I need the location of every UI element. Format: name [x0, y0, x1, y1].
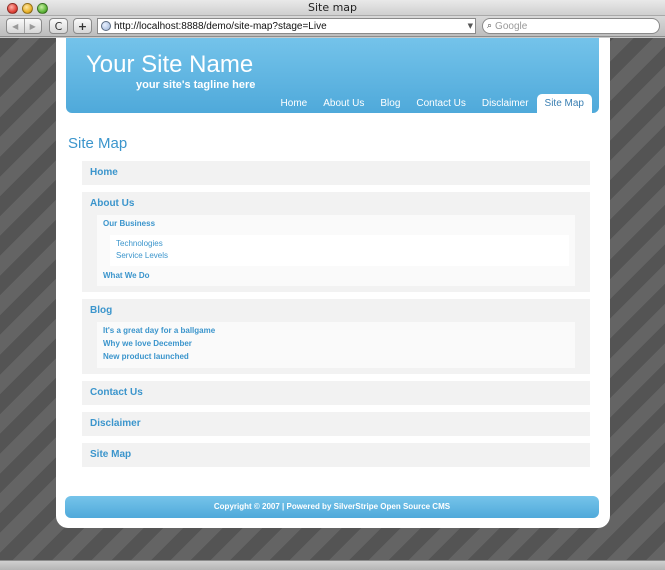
back-icon[interactable]: ◀: [7, 19, 25, 33]
forward-icon[interactable]: ▶: [25, 19, 42, 33]
sitemap-section-home: Home: [82, 161, 590, 185]
address-bar[interactable]: ▼: [97, 18, 476, 34]
back-forward-buttons: ◀ ▶: [6, 18, 42, 34]
browser-toolbar: ◀ ▶ C + ▼ ⌕: [0, 16, 665, 37]
sitemap-link-blog-post[interactable]: Why we love December: [103, 338, 569, 351]
site-footer: Copyright © 2007 | Powered by SilverStri…: [65, 496, 599, 518]
sitemap-our-business-children: Technologies Service Levels: [110, 234, 569, 266]
nav-home[interactable]: Home: [273, 94, 316, 113]
sitemap-link-site-map[interactable]: Site Map: [90, 449, 582, 461]
window-title: Site map: [307, 1, 358, 14]
sitemap-link-home[interactable]: Home: [90, 167, 582, 179]
sitemap-link-blog-post[interactable]: It's a great day for a ballgame: [103, 325, 569, 338]
sitemap-link-contact-us[interactable]: Contact Us: [90, 387, 582, 399]
sitemap-blog-children: It's a great day for a ballgame Why we l…: [97, 322, 575, 368]
search-bar[interactable]: ⌕: [482, 18, 660, 34]
page-container: Your Site Name your site's tagline here …: [56, 38, 610, 528]
sitemap-about-children: Our Business Technologies Service Levels…: [97, 215, 575, 287]
nav-disclaimer[interactable]: Disclaimer: [474, 94, 537, 113]
window-titlebar: Site map: [0, 0, 665, 16]
sitemap-section-about: About Us Our Business Technologies Servi…: [82, 192, 590, 293]
main-nav: Home About Us Blog Contact Us Disclaimer…: [273, 94, 592, 113]
sitemap-link-blog[interactable]: Blog: [90, 305, 582, 317]
reload-icon: C: [54, 19, 63, 33]
page-viewport: Your Site Name your site's tagline here …: [0, 38, 665, 560]
sitemap-section-blog: Blog It's a great day for a ballgame Why…: [82, 299, 590, 374]
nav-about-us[interactable]: About Us: [315, 94, 372, 113]
site-tagline: your site's tagline here: [136, 79, 256, 91]
reload-button[interactable]: C: [49, 18, 68, 34]
site-name[interactable]: Your Site Name: [86, 51, 253, 79]
search-input[interactable]: [495, 20, 646, 32]
search-icon[interactable]: ⌕: [487, 21, 492, 31]
site-globe-icon: [101, 21, 111, 31]
page-title: Site Map: [68, 135, 128, 152]
plus-icon: +: [77, 19, 88, 33]
url-history-chevron-icon[interactable]: ▼: [468, 22, 473, 30]
url-input[interactable]: [114, 20, 454, 32]
sitemap-tree: Home About Us Our Business Technologies …: [82, 161, 590, 474]
sitemap-link-blog-post[interactable]: New product launched: [103, 351, 569, 364]
sitemap-link-about-us[interactable]: About Us: [90, 198, 582, 210]
site-header: Your Site Name your site's tagline here …: [66, 38, 599, 113]
browser-statusbar: [0, 560, 665, 570]
sitemap-link-our-business[interactable]: Our Business: [103, 218, 569, 231]
nav-site-map[interactable]: Site Map: [536, 94, 592, 113]
sitemap-section-site-map: Site Map: [82, 442, 590, 467]
sitemap-link-service-levels[interactable]: Service Levels: [116, 250, 563, 263]
nav-contact-us[interactable]: Contact Us: [408, 94, 473, 113]
sitemap-section-contact: Contact Us: [82, 380, 590, 405]
add-bookmark-button[interactable]: +: [73, 18, 92, 34]
sitemap-link-disclaimer[interactable]: Disclaimer: [90, 418, 582, 430]
sitemap-link-technologies[interactable]: Technologies: [116, 238, 563, 251]
sitemap-link-what-we-do[interactable]: What We Do: [103, 270, 569, 283]
sitemap-section-disclaimer: Disclaimer: [82, 411, 590, 436]
nav-blog[interactable]: Blog: [372, 94, 408, 113]
